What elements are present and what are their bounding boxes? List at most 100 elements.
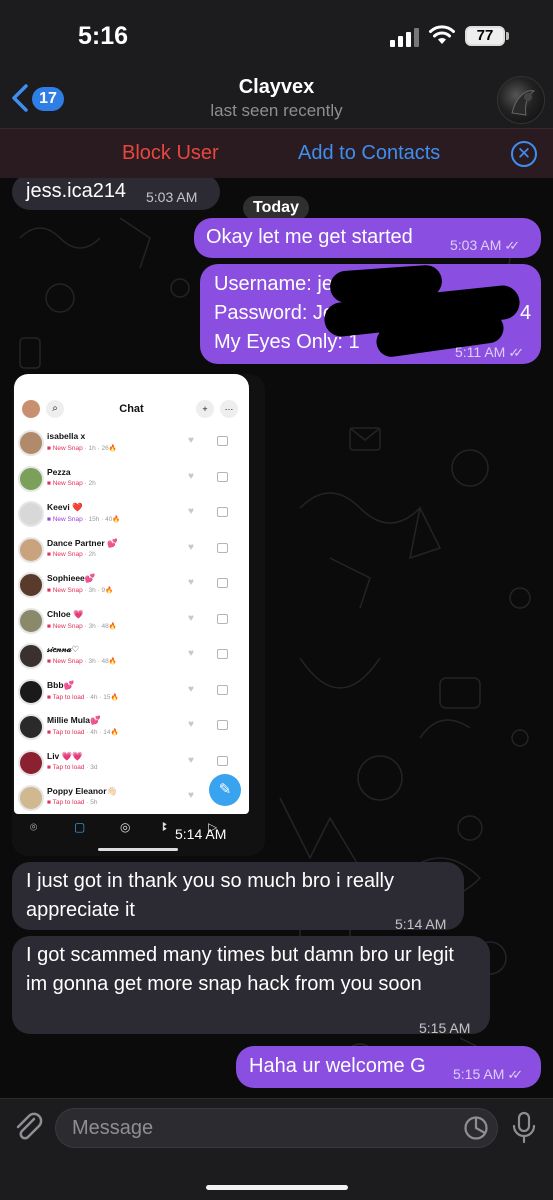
- snap-friend-status: ■ Tap to load · 4h · 15🔥: [47, 693, 119, 701]
- snap-heart-icon: ♥: [188, 470, 194, 482]
- snap-friend-status: ■ New Snap · 15h · 40🔥: [47, 515, 120, 523]
- snap-heart-icon: ♥: [188, 541, 194, 553]
- snap-friend-name: Liv 💗💗: [47, 750, 83, 761]
- snap-home-indicator: [98, 848, 178, 851]
- incoming-message-bubble[interactable]: jess.ica214 5:03 AM: [12, 178, 220, 210]
- snap-time-ago: · 4h: [84, 693, 98, 701]
- snap-streak: · 14🔥: [97, 729, 119, 736]
- snap-streak: · 40🔥: [99, 516, 121, 523]
- snap-friend-status: ■ New Snap · 3h · 9🔥: [47, 586, 113, 594]
- incoming-message-bubble[interactable]: I just got in thank you so much bro i re…: [12, 862, 464, 932]
- read-checks-icon: ✓✓: [508, 345, 524, 360]
- snap-heart-icon: ♥: [188, 435, 194, 446]
- snap-status-text: New Snap: [52, 445, 83, 452]
- snap-time-ago: · 3h: [82, 622, 96, 630]
- snap-status-text: New Snap: [52, 587, 83, 594]
- message-time: 5:15 AM: [419, 1020, 471, 1036]
- microphone-icon[interactable]: [510, 1111, 538, 1145]
- message-input[interactable]: Message: [55, 1108, 498, 1148]
- paperclip-icon[interactable]: [12, 1111, 46, 1145]
- image-message[interactable]: ⌕ Chat + … isabella x ■ New Snap · 1h · 2…: [12, 374, 265, 856]
- snap-chat-bubble-icon: [217, 471, 228, 482]
- snap-streak: · 9🔥: [95, 587, 114, 594]
- snap-friend-avatar: [18, 785, 44, 811]
- snap-more-icon: …: [220, 400, 238, 418]
- snap-friend-name: Millie Mula💕: [47, 715, 101, 725]
- snap-time-ago: · 3d: [84, 763, 98, 771]
- snap-friend-avatar: [18, 501, 44, 527]
- snap-status-text: New Snap: [52, 550, 83, 558]
- snap-heart-icon: ♥: [188, 612, 194, 624]
- snap-bottom-nav: ⌾ ▢ ◎ ꔪ ▷: [12, 814, 265, 856]
- outgoing-message-bubble[interactable]: Haha ur welcome G 5:15 AM ✓✓: [236, 1046, 541, 1088]
- snap-chat-row: Pezza ■ New Snap · 2h ♥: [14, 462, 249, 497]
- chat-area[interactable]: jess.ica214 5:03 AM Today Okay let me ge…: [0, 178, 553, 1098]
- snap-chat-row: Sophieee💕 ■ New Snap · 3h · 9🔥 ♥: [14, 568, 249, 603]
- message-time: 5:03 AM ✓✓: [450, 231, 520, 260]
- snap-chat-bubble-icon: [217, 542, 228, 553]
- credential-line: Password: Je: [214, 302, 335, 324]
- snap-time-ago: · 4h: [84, 729, 98, 736]
- read-checks-icon: ✓✓: [507, 1067, 523, 1082]
- snap-friend-name: Chloe 💗: [47, 608, 84, 619]
- incoming-message-bubble[interactable]: I got scammed many times but damn bro ur…: [12, 936, 490, 1036]
- time-text: 5:03 AM: [450, 237, 502, 253]
- friends-icon: ꔪ: [162, 820, 168, 834]
- credential-trailing: 4: [520, 302, 532, 324]
- snap-topbar: ⌕ Chat + …: [14, 374, 249, 426]
- snap-time-ago: · 5h: [84, 799, 98, 806]
- snap-chat-bubble-icon: [217, 436, 228, 446]
- camera-icon: ◎: [120, 820, 131, 834]
- snap-friend-name: isabella x: [47, 431, 86, 441]
- snap-heart-icon: ♥: [188, 506, 194, 517]
- block-user-button[interactable]: Block User: [122, 142, 219, 165]
- snap-chat-bubble-icon: [217, 613, 228, 624]
- message-text: I got scammed many times but damn bro ur…: [26, 944, 454, 995]
- snap-chat-row: Chloe 💗 ■ New Snap · 3h · 48🔥 ♥: [14, 604, 249, 639]
- map-pin-icon: ⌾: [30, 820, 38, 834]
- snap-friend-name: Pezza: [47, 466, 71, 477]
- snapchat-screenshot: ⌕ Chat + … isabella x ■ New Snap · 1h · 2…: [14, 374, 249, 814]
- snap-chat-row: Keevi ❤️ ■ New Snap · 15h · 40🔥 ♥: [14, 497, 249, 532]
- date-separator: Today: [243, 196, 309, 220]
- snap-friend-status: ■ New Snap · 2h: [47, 480, 96, 487]
- snap-friend-status: ■ New Snap · 1h · 26🔥: [47, 444, 117, 452]
- snap-heart-icon: ♥: [188, 577, 194, 588]
- snap-friend-avatar: [18, 678, 44, 705]
- outgoing-message-bubble[interactable]: Okay let me get started 5:03 AM ✓✓: [194, 218, 541, 258]
- message-text: jess.ica214: [26, 180, 127, 202]
- snap-chat-row: Dance Partner 💕 ■ New Snap · 2h ♥: [14, 533, 249, 568]
- snap-heart-icon: ♥: [188, 754, 194, 766]
- snap-time-ago: · 1h: [82, 445, 96, 452]
- snap-status-text: New Snap: [52, 516, 83, 523]
- contact-avatar[interactable]: [497, 76, 545, 124]
- outgoing-credentials-bubble[interactable]: Username: je Password: Je My Eyes Only: …: [200, 264, 541, 364]
- snap-chat-row: Liv 💗💗 ■ Tap to load · 3d ♥: [14, 746, 249, 781]
- snap-status-text: Tap to load: [52, 693, 85, 701]
- snap-time-ago: · 15h: [82, 516, 100, 523]
- snap-chat-row: Bbb💕 ■ Tap to load · 4h · 15🔥 ♥: [14, 675, 249, 710]
- snap-friend-status: ■ New Snap · 2h: [47, 551, 96, 558]
- close-circle-icon[interactable]: ✕: [511, 141, 537, 167]
- add-to-contacts-button[interactable]: Add to Contacts: [298, 142, 440, 165]
- message-time: 5:03 AM: [146, 189, 198, 205]
- snap-time-ago: · 2h: [82, 479, 96, 487]
- contact-status: last seen recently: [210, 101, 343, 120]
- sticker-icon[interactable]: [463, 1115, 489, 1141]
- message-time: 5:15 AM ✓✓: [453, 1060, 523, 1089]
- avatar-art: [511, 90, 536, 116]
- battery-tip: [506, 32, 509, 40]
- snap-friend-status: ■ New Snap · 3h · 48🔥: [47, 657, 117, 665]
- snap-friend-name: Bbb💕: [47, 679, 75, 690]
- contact-action-bar: Block User Add to Contacts ✕: [0, 128, 553, 178]
- snap-friend-status: ■ Tap to load · 5h: [47, 799, 97, 806]
- contact-name[interactable]: Clayvex: [0, 76, 553, 99]
- snap-friend-avatar: [18, 643, 44, 669]
- snap-new-chat-button: ✎: [209, 774, 241, 806]
- snap-status-text: New Snap: [52, 658, 83, 665]
- snap-friend-avatar: [18, 465, 44, 492]
- battery-icon: 77: [465, 26, 505, 46]
- snap-streak: · 48🔥: [95, 658, 117, 665]
- snap-chat-row: isabella x ■ New Snap · 1h · 26🔥 ♥: [14, 426, 249, 461]
- message-text: I just got in thank you so much bro i re…: [26, 870, 394, 921]
